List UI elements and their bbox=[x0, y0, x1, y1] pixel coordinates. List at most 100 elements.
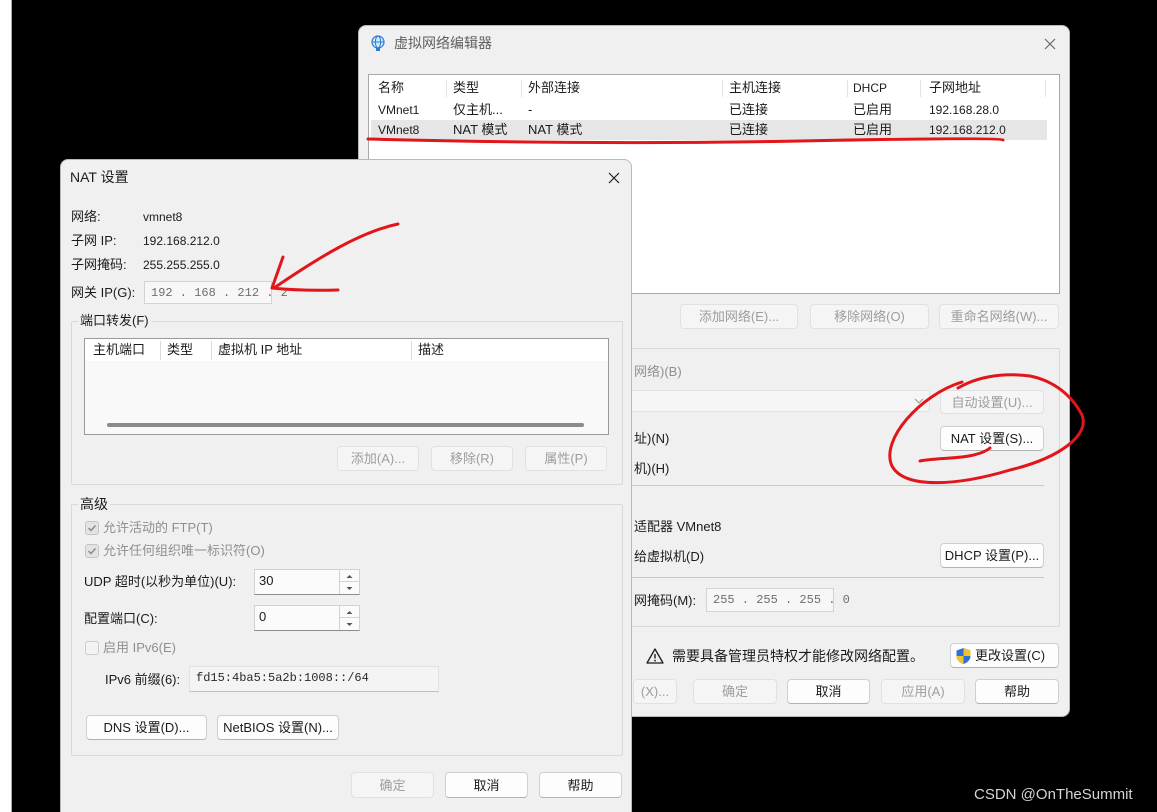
spin-up-icon bbox=[346, 611, 353, 614]
udp-timeout-spinner[interactable]: 30 bbox=[254, 569, 360, 595]
enable-ipv6-checkbox[interactable] bbox=[85, 641, 99, 655]
rename-network-button[interactable]: 重命名网络(W)... bbox=[939, 304, 1059, 329]
subnet-mask-value: 255.255.255.0 bbox=[143, 258, 220, 272]
any-oui-label: 允许任何组织唯一标识符(O) bbox=[103, 543, 265, 558]
column-header-subnet[interactable]: 子网地址 bbox=[929, 78, 981, 98]
uac-shield-icon bbox=[956, 648, 971, 664]
udp-timeout-label: UDP 超时(以秒为单位)(U): bbox=[84, 574, 237, 589]
dns-settings-button[interactable]: DNS 设置(D)... bbox=[86, 715, 207, 740]
column-divider[interactable] bbox=[847, 80, 848, 97]
spin-down-button[interactable] bbox=[340, 618, 359, 630]
add-port-button[interactable]: 添加(A)... bbox=[337, 446, 419, 471]
subnet-mask-field[interactable]: 255 . 255 . 255 . 0 bbox=[706, 588, 850, 612]
close-button[interactable] bbox=[1042, 36, 1058, 52]
close-button[interactable] bbox=[606, 170, 622, 186]
config-port-value[interactable]: 0 bbox=[259, 606, 266, 628]
column-header-external[interactable]: 外部连接 bbox=[528, 78, 580, 98]
connect-adapter-label: 适配器 VMnet8 bbox=[634, 519, 722, 534]
column-divider[interactable] bbox=[1045, 80, 1046, 97]
cell-name: VMnet1 bbox=[378, 103, 420, 117]
spin-up-button[interactable] bbox=[340, 606, 359, 618]
dialog-title: NAT 设置 bbox=[70, 169, 129, 185]
netbios-settings-button[interactable]: NetBIOS 设置(N)... bbox=[217, 715, 339, 740]
column-header-description[interactable]: 描述 bbox=[418, 339, 444, 361]
auto-settings-button[interactable]: 自动设置(U)... bbox=[940, 390, 1044, 414]
port-forwarding-table[interactable]: 主机端口 类型 虚拟机 IP 地址 描述 bbox=[84, 338, 609, 435]
ipv6-prefix-field[interactable]: fd15:4ba5:5a2b:1008::/64 bbox=[189, 666, 439, 692]
network-label: 网络: bbox=[71, 209, 101, 224]
ok-button[interactable]: 确定 bbox=[351, 772, 434, 798]
change-settings-label: 更改设置(C) bbox=[975, 648, 1046, 663]
dhcp-settings-button[interactable]: DHCP 设置(P)... bbox=[940, 543, 1044, 568]
help-button[interactable]: 帮助 bbox=[539, 772, 622, 798]
spin-down-icon bbox=[346, 623, 353, 626]
add-network-button[interactable]: 添加网络(E)... bbox=[680, 304, 798, 329]
spin-down-icon bbox=[346, 587, 353, 590]
table-row[interactable]: VMnet1 仅主机... - 已连接 已启用 192.168.28.0 bbox=[371, 100, 1047, 120]
port-properties-button[interactable]: 属性(P) bbox=[525, 446, 607, 471]
apply-button[interactable]: 应用(A) bbox=[881, 679, 965, 704]
nat-settings-dialog: NAT 设置 网络: vmnet8 子网 IP: 192.168.212.0 子… bbox=[60, 159, 632, 812]
horizontal-scrollbar[interactable] bbox=[85, 416, 608, 434]
background-window-edge bbox=[0, 0, 12, 812]
spin-up-icon bbox=[346, 575, 353, 578]
enable-ipv6-label: 启用 IPv6(E) bbox=[103, 640, 176, 655]
network-list-header: 名称 类型 外部连接 主机连接 DHCP 子网地址 bbox=[369, 78, 1059, 99]
column-header-dhcp[interactable]: DHCP bbox=[853, 78, 887, 98]
column-divider[interactable] bbox=[722, 80, 723, 97]
gateway-ip-label: 网关 IP(G): bbox=[71, 285, 136, 300]
spin-up-button[interactable] bbox=[340, 570, 359, 582]
column-header-type[interactable]: 类型 bbox=[453, 78, 479, 98]
subnet-mask-label: 子网掩码: bbox=[71, 257, 127, 272]
cell-external: NAT 模式 bbox=[528, 122, 583, 137]
divider bbox=[601, 485, 1044, 486]
cancel-button[interactable]: 取消 bbox=[445, 772, 528, 798]
active-ftp-checkbox[interactable] bbox=[85, 521, 99, 535]
column-header-host[interactable]: 主机连接 bbox=[729, 78, 781, 98]
column-header-vm-ip[interactable]: 虚拟机 IP 地址 bbox=[218, 339, 302, 361]
column-header-type[interactable]: 类型 bbox=[167, 339, 193, 361]
close-icon bbox=[1044, 38, 1056, 50]
column-divider[interactable] bbox=[211, 341, 212, 360]
spin-down-button[interactable] bbox=[340, 582, 359, 594]
chevron-down-icon bbox=[914, 398, 924, 404]
bridged-label: 网络)(B) bbox=[634, 364, 682, 379]
checkmark-icon bbox=[87, 524, 97, 532]
scrollbar-thumb[interactable] bbox=[107, 423, 584, 427]
ok-button[interactable]: 确定 bbox=[693, 679, 777, 704]
subnet-mask-label: 网掩码(M): bbox=[634, 593, 697, 608]
column-header-host-port[interactable]: 主机端口 bbox=[93, 339, 145, 361]
udp-timeout-value[interactable]: 30 bbox=[259, 570, 273, 592]
cell-type: 仅主机... bbox=[453, 102, 503, 117]
network-value: vmnet8 bbox=[143, 210, 183, 224]
config-port-spinner[interactable]: 0 bbox=[254, 605, 360, 631]
config-port-label: 配置端口(C): bbox=[84, 611, 158, 626]
column-divider[interactable] bbox=[521, 80, 522, 97]
cell-host: 已连接 bbox=[729, 122, 769, 137]
any-oui-checkbox[interactable] bbox=[85, 544, 99, 558]
column-header-name[interactable]: 名称 bbox=[378, 78, 404, 98]
watermark: CSDN @OnTheSummit bbox=[974, 786, 1133, 803]
spinner-arrows bbox=[339, 570, 359, 594]
dhcp-service-label: 给虚拟机(D) bbox=[634, 549, 705, 564]
nat-settings-button[interactable]: NAT 设置(S)... bbox=[940, 426, 1044, 451]
gateway-ip-field[interactable]: 192 . 168 . 212 . 2 bbox=[144, 281, 288, 304]
table-row[interactable]: VMnet8 NAT 模式 NAT 模式 已连接 已启用 192.168.212… bbox=[371, 120, 1047, 140]
cell-subnet: 192.168.212.0 bbox=[929, 123, 1006, 137]
help-button[interactable]: 帮助 bbox=[975, 679, 1059, 704]
column-divider[interactable] bbox=[446, 80, 447, 97]
window-title: 虚拟网络编辑器 bbox=[394, 35, 492, 51]
restore-defaults-button[interactable]: (X)... bbox=[633, 679, 677, 704]
remove-port-button[interactable]: 移除(R) bbox=[431, 446, 513, 471]
cell-type: NAT 模式 bbox=[453, 122, 508, 137]
spinner-arrows bbox=[339, 606, 359, 630]
close-icon bbox=[608, 172, 620, 184]
remove-network-button[interactable]: 移除网络(O) bbox=[810, 304, 929, 329]
column-divider[interactable] bbox=[160, 341, 161, 360]
bridge-adapter-combobox[interactable] bbox=[601, 390, 930, 412]
cancel-button[interactable]: 取消 bbox=[787, 679, 870, 704]
port-forwarding-label: 端口转发(F) bbox=[78, 312, 151, 330]
column-divider[interactable] bbox=[411, 341, 412, 360]
column-divider[interactable] bbox=[920, 80, 921, 97]
change-settings-button[interactable]: 更改设置(C) bbox=[950, 643, 1059, 668]
